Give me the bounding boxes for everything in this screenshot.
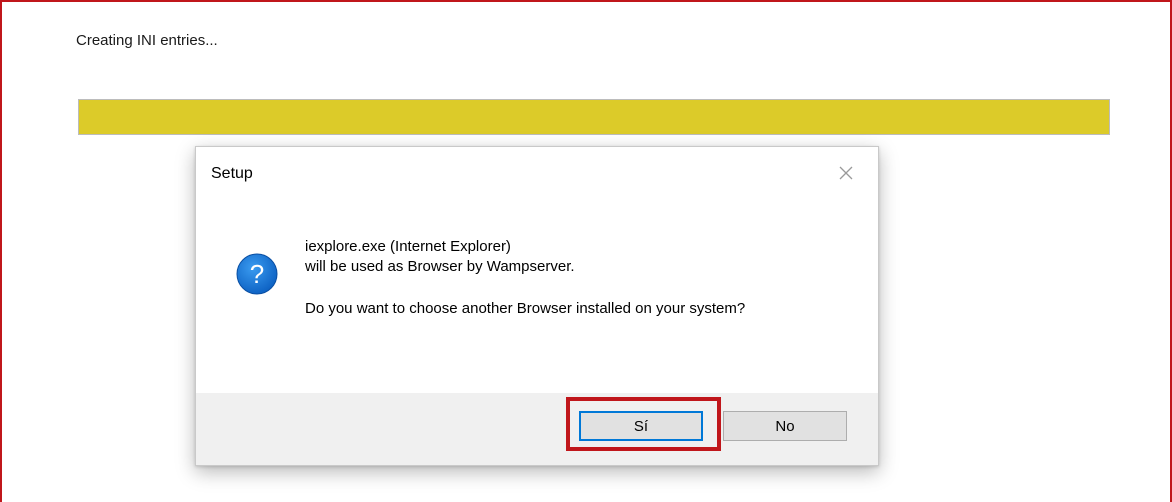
close-icon	[839, 166, 853, 180]
progress-bar-fill	[79, 100, 1109, 134]
dialog-title: Setup	[211, 165, 253, 182]
message-line: iexplore.exe (Internet Explorer)	[305, 238, 511, 255]
install-status-text: Creating INI entries...	[76, 32, 218, 49]
svg-text:?: ?	[250, 259, 264, 289]
dialog-message: iexplore.exe (Internet Explorer) will be…	[305, 237, 845, 319]
installer-window: Creating INI entries... Setup ? iexplore…	[0, 0, 1172, 502]
setup-dialog: Setup ? iexplore.exe (Internet Explorer)	[195, 146, 879, 466]
message-line: will be used as Browser by Wampserver.	[305, 258, 575, 275]
dialog-button-bar: Sí No	[196, 393, 878, 465]
close-button[interactable]	[834, 161, 858, 185]
yes-button[interactable]: Sí	[579, 411, 703, 441]
no-button[interactable]: No	[723, 411, 847, 441]
message-question: Do you want to choose another Browser in…	[305, 300, 746, 317]
install-progress-bar	[78, 99, 1110, 135]
question-icon: ?	[235, 252, 279, 296]
